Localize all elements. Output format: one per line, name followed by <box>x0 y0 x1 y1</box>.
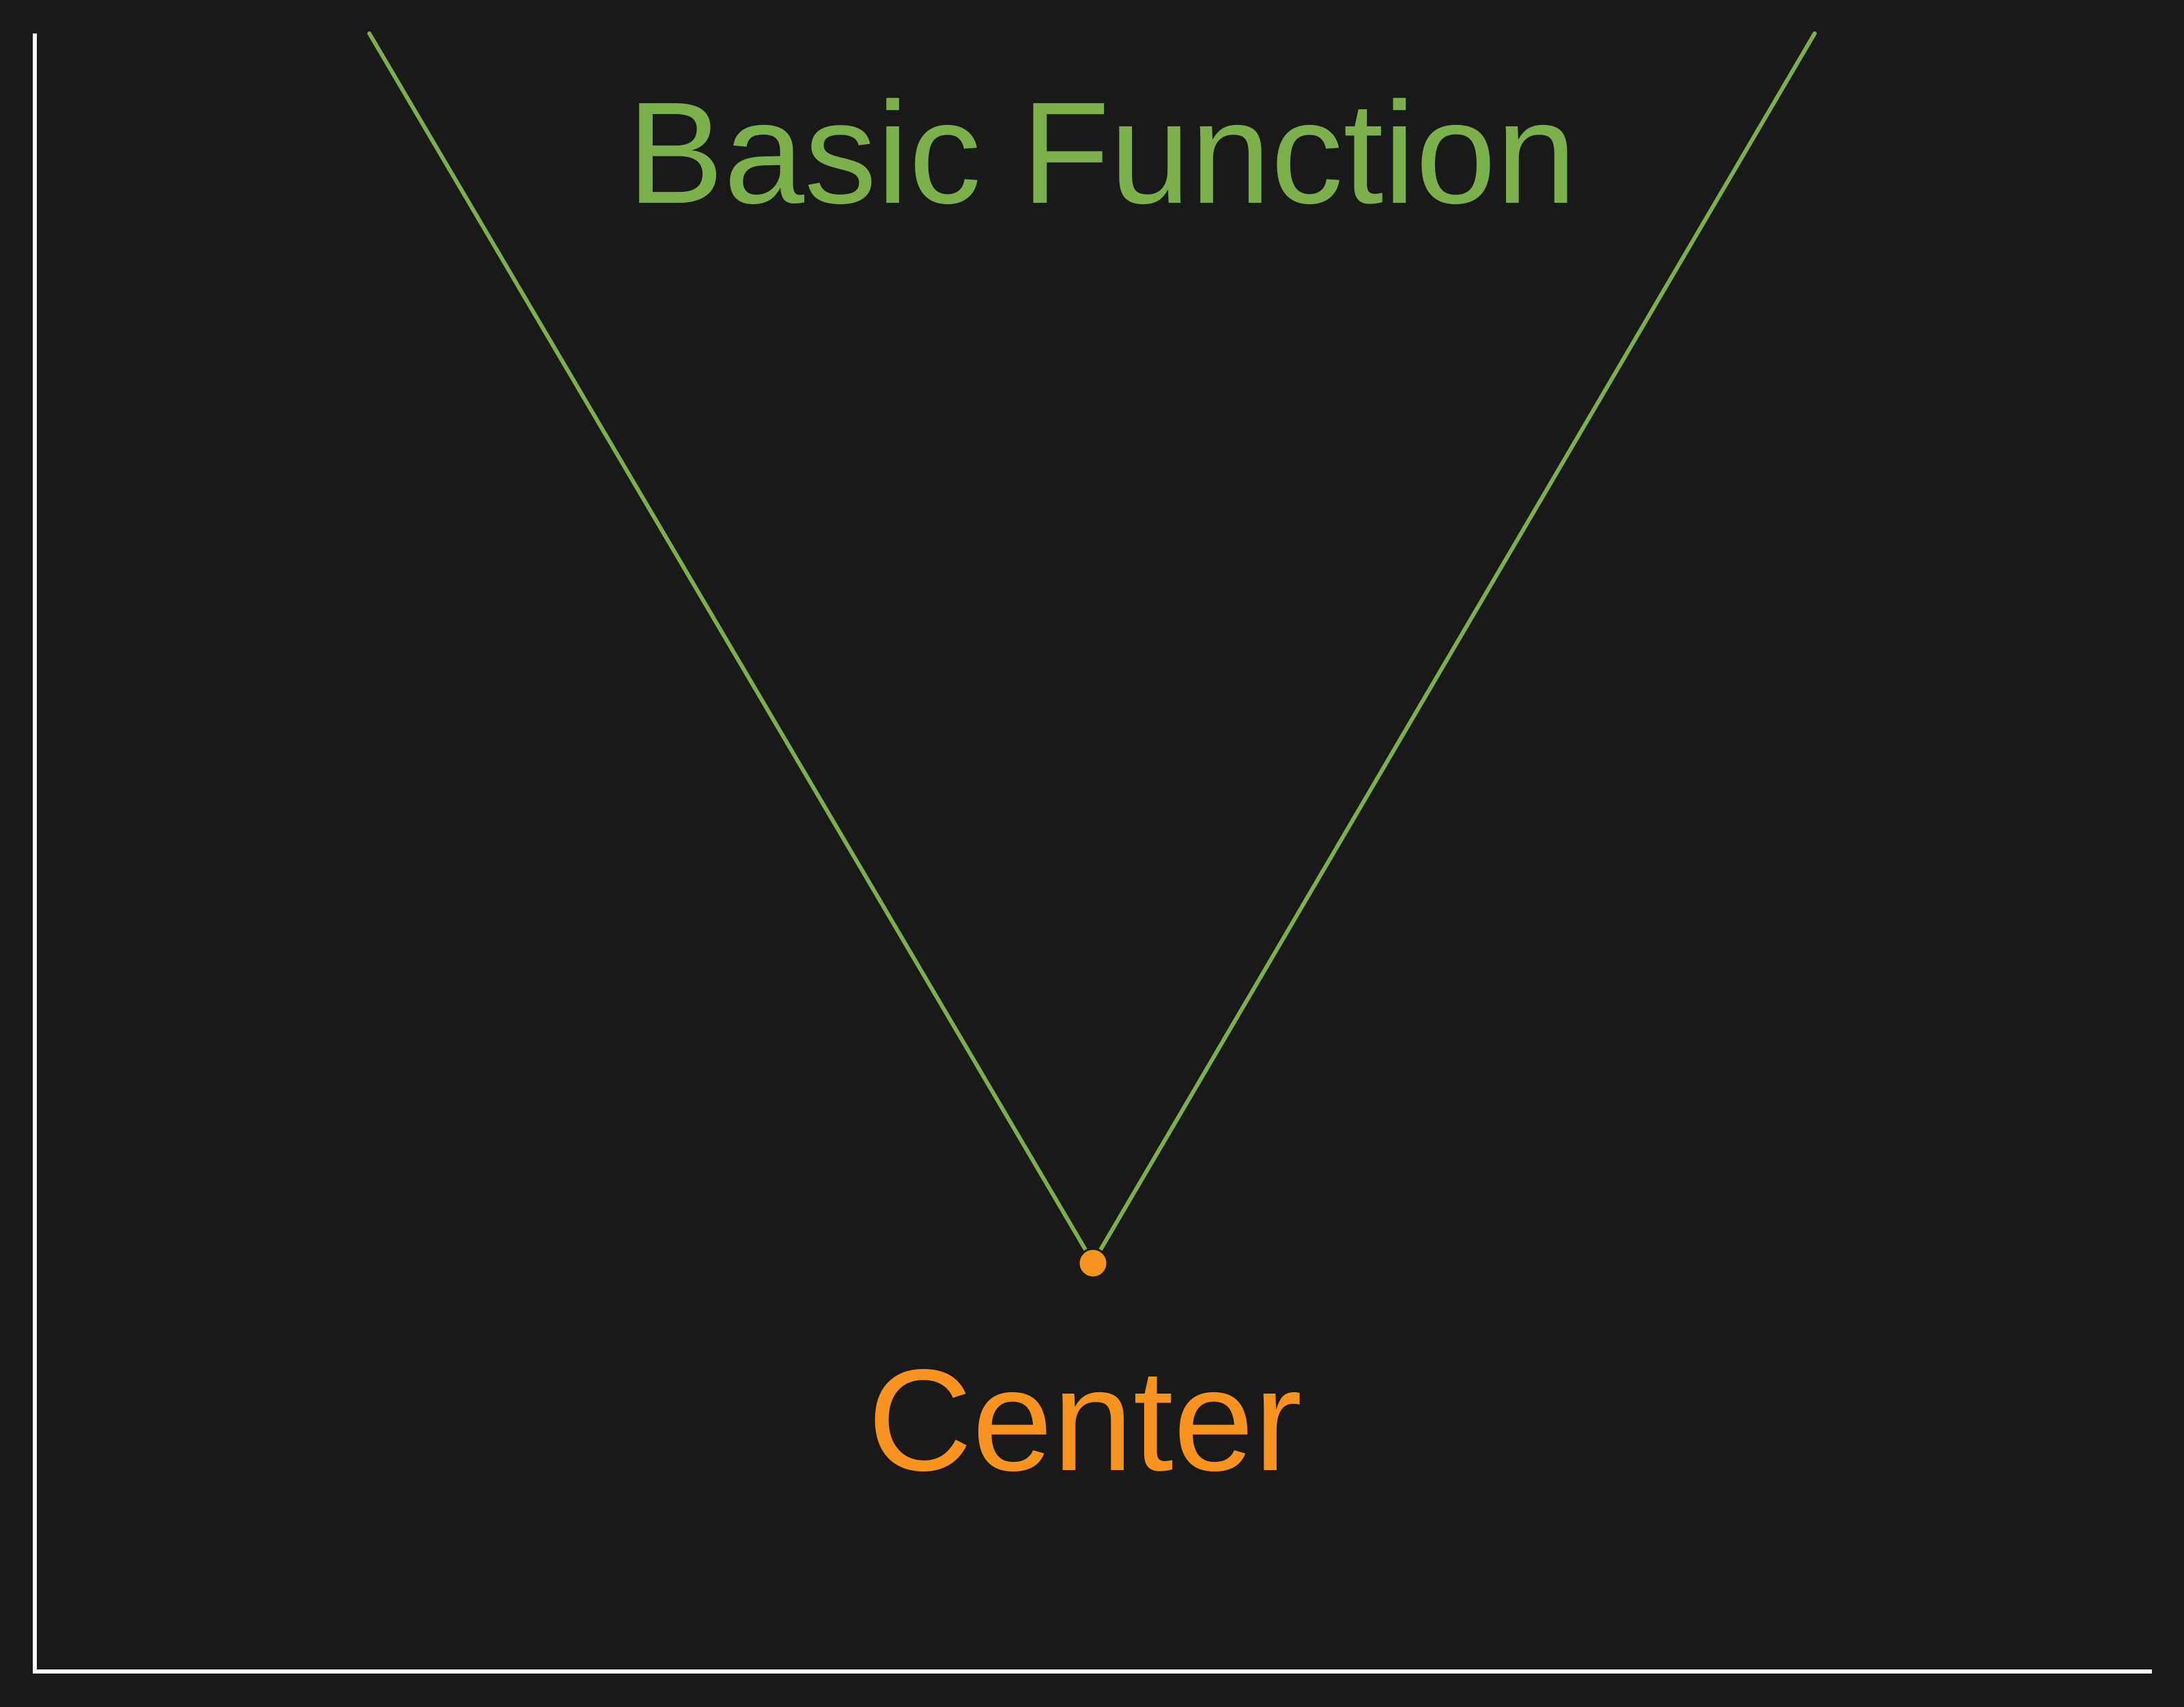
diagram-svg: Basic Function Center <box>33 31 2152 1674</box>
diagram-canvas: Basic Function Center <box>0 0 2184 1707</box>
center-point <box>1077 1247 1109 1279</box>
center-label: Center <box>868 1339 1302 1501</box>
function-title: Basic Function <box>627 72 1576 234</box>
